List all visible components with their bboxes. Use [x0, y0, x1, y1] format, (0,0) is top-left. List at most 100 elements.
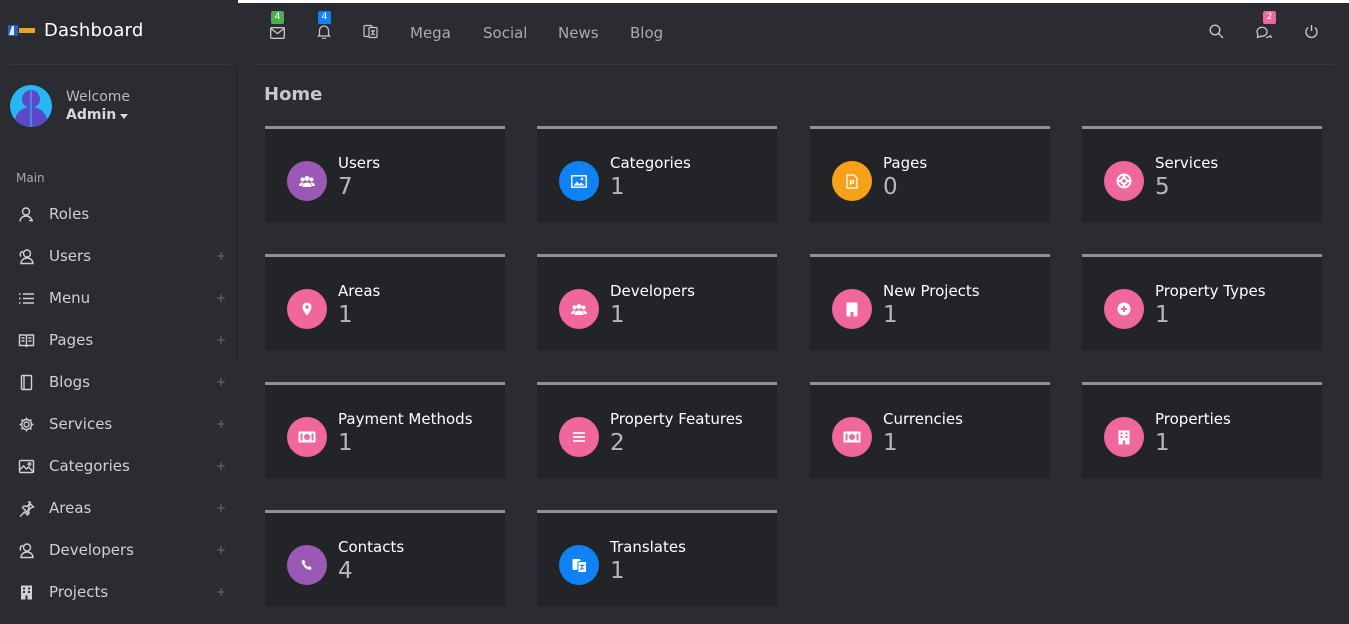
expand-icon[interactable]: + [216, 417, 226, 431]
sidebar-section-label: Main [16, 171, 45, 185]
stat-card-title: Property Types [1155, 282, 1266, 300]
sidebar-item-label: Blogs [49, 373, 90, 391]
logout-button[interactable] [1302, 24, 1320, 42]
sidebar-item-pages[interactable]: Pages + [0, 319, 238, 361]
stat-card-value: 1 [1155, 430, 1170, 456]
stat-card-value: 1 [610, 558, 625, 584]
mail-icon [269, 24, 285, 43]
user-icon [17, 205, 35, 223]
expand-icon[interactable]: + [216, 291, 226, 305]
brand[interactable]: Dashboard [8, 20, 143, 41]
nav-link-news[interactable]: News [558, 24, 599, 42]
search-button[interactable] [1207, 23, 1225, 42]
expand-icon[interactable]: + [216, 585, 226, 599]
stat-card-title: Payment Methods [338, 410, 473, 428]
mail-button[interactable]: 4 [268, 11, 286, 43]
stat-card-new-projects[interactable]: New Projects 1 [810, 254, 1050, 350]
sidebar-item-services[interactable]: Services + [0, 403, 238, 445]
stat-card-users[interactable]: Users 7 [265, 126, 505, 222]
users-icon [17, 247, 35, 265]
stat-card-title: Pages [883, 154, 928, 172]
sidebar-scrollbar[interactable] [236, 65, 238, 360]
money-icon [287, 417, 327, 457]
expand-icon[interactable]: + [216, 543, 226, 557]
stat-card-property-types[interactable]: Property Types 1 [1082, 254, 1322, 350]
users-icon [559, 289, 599, 329]
translate-icon [362, 24, 378, 43]
welcome-text: Welcome [66, 89, 131, 105]
stat-card-title: Translates [610, 538, 686, 556]
sidebar-item-projects[interactable]: Projects + [0, 571, 238, 613]
expand-icon[interactable]: + [216, 333, 226, 347]
stat-card-value: 1 [883, 302, 898, 328]
stat-card-title: Properties [1155, 410, 1231, 428]
stat-card-value: 2 [610, 430, 625, 456]
stat-card-areas[interactable]: Areas 1 [265, 254, 505, 350]
stat-card-currencies[interactable]: Currencies 1 [810, 382, 1050, 478]
user-menu-toggle[interactable]: Admin [66, 107, 130, 123]
sidebar-item-label: Categories [49, 457, 130, 475]
sidebar-item-categories[interactable]: Categories + [0, 445, 238, 487]
nav-link-social[interactable]: Social [483, 24, 527, 42]
sidebar-item-developers[interactable]: Developers + [0, 529, 238, 571]
stat-card-properties[interactable]: Properties 1 [1082, 382, 1322, 478]
stat-card-value: 1 [1155, 302, 1170, 328]
topbar: 4 4 Mega Social News Blog 2 [254, 0, 1334, 65]
user-panel[interactable]: Welcome Admin [10, 85, 130, 127]
notifications-button[interactable]: 4 [315, 11, 333, 43]
gear-icon [17, 415, 35, 433]
stat-card-title: Contacts [338, 538, 405, 556]
translate-icon [559, 545, 599, 585]
app: Dashboard Welcome Admin Main Roles Users… [0, 0, 1349, 624]
sidebar-item-roles[interactable]: Roles [0, 193, 238, 235]
chat-icon [1256, 24, 1272, 43]
building-icon [17, 583, 35, 601]
expand-icon[interactable]: + [216, 459, 226, 473]
sidebar-item-label: Developers [49, 541, 134, 559]
stat-card-title: Services [1155, 154, 1219, 172]
user-name: Admin [66, 107, 117, 123]
stat-card-translates[interactable]: Translates 1 [537, 510, 777, 606]
stat-card-value: 1 [883, 430, 898, 456]
stat-card-contacts[interactable]: Contacts 4 [265, 510, 505, 606]
stat-card-value: 1 [338, 430, 353, 456]
stat-card-value: 1 [338, 302, 353, 328]
stat-card-value: 1 [610, 174, 625, 200]
nav-link-mega[interactable]: Mega [410, 24, 451, 42]
pin-icon [287, 289, 327, 329]
mail-badge: 4 [271, 11, 284, 24]
stat-card-developers[interactable]: Developers 1 [537, 254, 777, 350]
expand-icon[interactable]: + [216, 501, 226, 515]
pin-icon [17, 499, 35, 517]
sidebar-item-areas[interactable]: Areas + [0, 487, 238, 529]
stat-card-title: Users [338, 154, 381, 172]
sidebar-item-menu[interactable]: Menu + [0, 277, 238, 319]
stat-card-payment-methods[interactable]: Payment Methods 1 [265, 382, 505, 478]
phone-icon [287, 545, 327, 585]
image-icon [559, 161, 599, 201]
brand-logo-icon [8, 24, 35, 37]
sidebar-nav: Roles Users + Menu + Pages + Blogs + Ser… [0, 193, 238, 613]
bell-icon [316, 24, 332, 43]
sidebar-item-blogs[interactable]: Blogs + [0, 361, 238, 403]
stat-card-pages[interactable]: Pages 0 [810, 126, 1050, 222]
sidebar-item-users[interactable]: Users + [0, 235, 238, 277]
nav-link-blog[interactable]: Blog [630, 24, 663, 42]
stat-card-services[interactable]: Services 5 [1082, 126, 1322, 222]
tablet-icon [17, 373, 35, 391]
sidebar-item-label: Users [49, 247, 92, 265]
stat-card-title: Categories [610, 154, 691, 172]
brand-title: Dashboard [44, 20, 144, 41]
expand-icon[interactable]: + [216, 375, 226, 389]
stat-card-categories[interactable]: Categories 1 [537, 126, 777, 222]
stat-card-value: 0 [883, 174, 898, 200]
stat-card-value: 5 [1155, 174, 1170, 200]
chat-button[interactable]: 2 [1255, 11, 1276, 43]
stat-card-property-features[interactable]: Property Features 2 [537, 382, 777, 478]
document-icon [832, 161, 872, 201]
translate-button[interactable] [361, 24, 379, 42]
stat-card-title: Currencies [883, 410, 963, 428]
sidebar-item-label: Roles [49, 205, 90, 223]
expand-icon[interactable]: + [216, 249, 226, 263]
list-icon [559, 417, 599, 457]
